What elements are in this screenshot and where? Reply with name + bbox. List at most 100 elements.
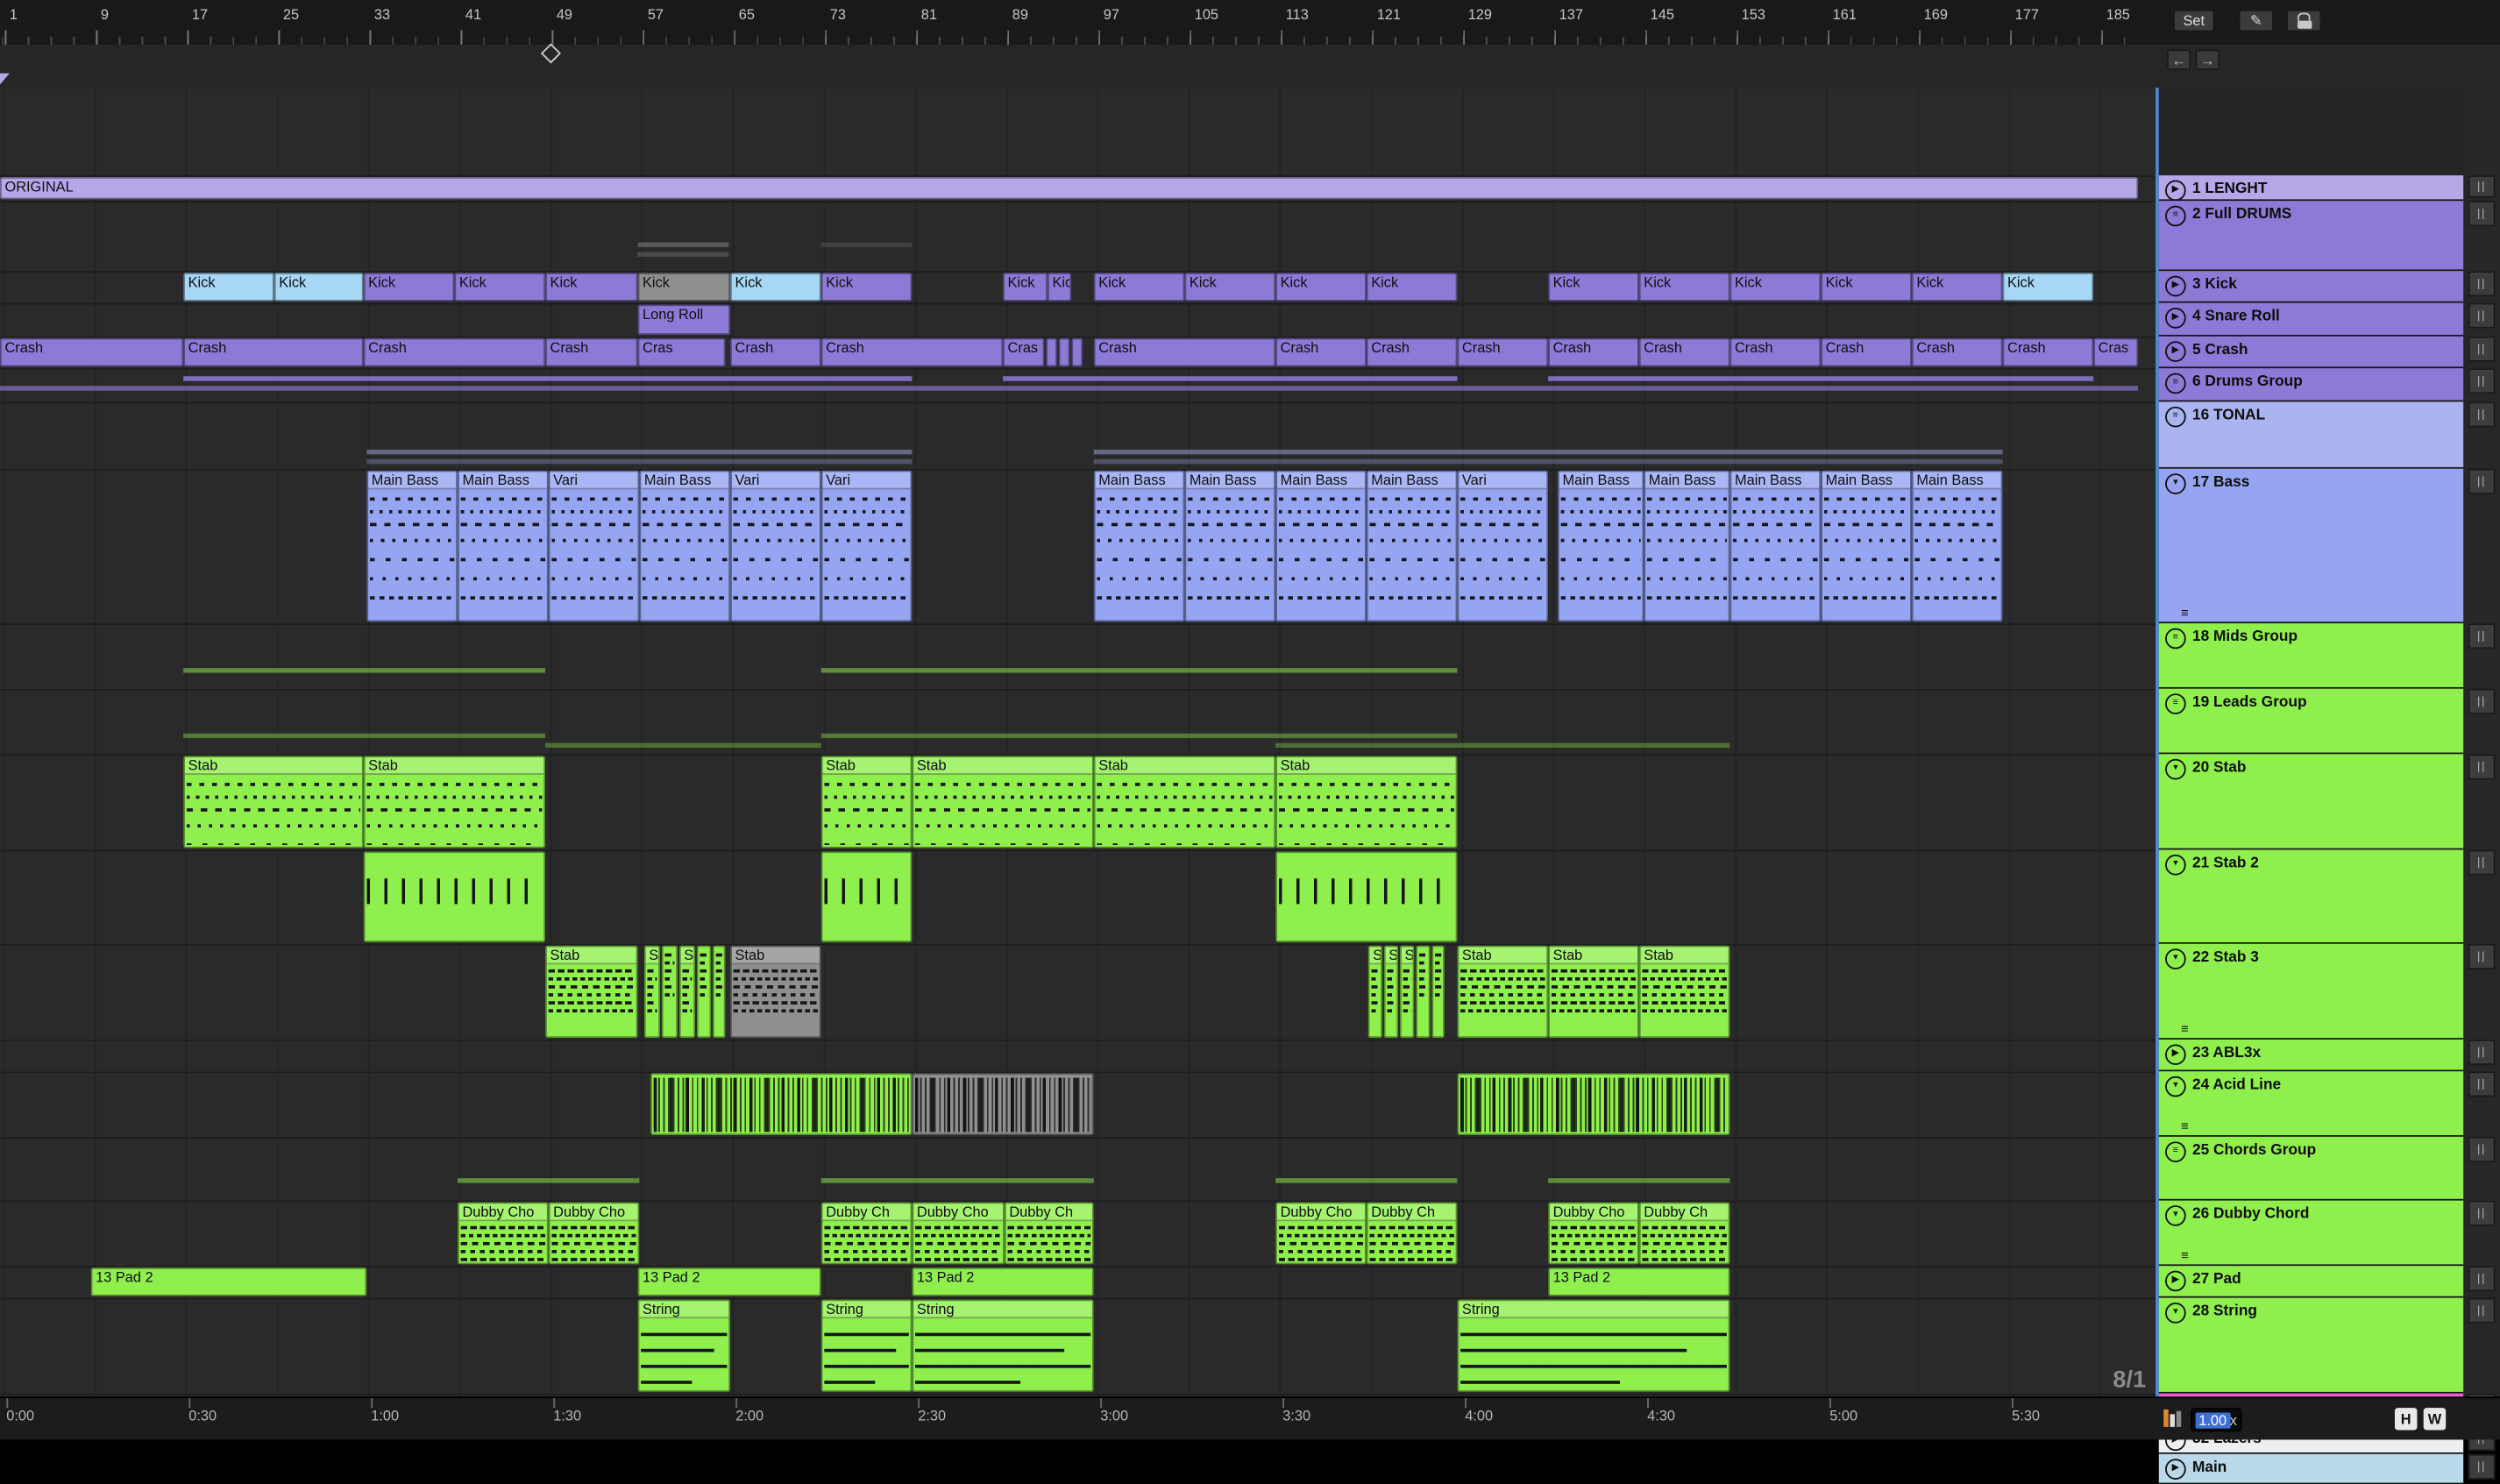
track-lane-lenght[interactable]: ORIGINAL bbox=[0, 175, 2156, 201]
clip-bass[interactable]: Vari bbox=[548, 470, 640, 622]
clip-stab[interactable]: Stab bbox=[1275, 756, 1458, 849]
time-ruler[interactable]: 0:00 0:30 1:00 1:30 2:00 2:30 3:00 3:30 4:00 4:30… bbox=[0, 1396, 2500, 1440]
track-lane-snare-roll[interactable]: Long Roll bbox=[0, 303, 2156, 337]
clip-bass[interactable]: Main Bass bbox=[1558, 470, 1644, 622]
track-grip[interactable] bbox=[2468, 1297, 2496, 1324]
track-header-mids-group[interactable]: ≡ 18 Mids Group bbox=[2158, 623, 2464, 689]
scrub-area[interactable]: ← → bbox=[0, 43, 2500, 89]
group-icon[interactable]: ≡ bbox=[2165, 373, 2186, 394]
track-header-crash[interactable]: ▶ 5 Crash bbox=[2158, 336, 2464, 369]
track-header-acid-line[interactable]: ▾ 24 Acid Line ≡ bbox=[2158, 1071, 2464, 1137]
track-grip[interactable] bbox=[2468, 1266, 2496, 1292]
clip-crash[interactable] bbox=[1058, 337, 1070, 367]
play-icon[interactable]: ▶ bbox=[2165, 341, 2186, 362]
track-header-snare-roll[interactable]: ▶ 4 Snare Roll bbox=[2158, 302, 2464, 337]
clip-stab3[interactable] bbox=[661, 945, 678, 1039]
clip-stab[interactable]: Stab bbox=[1093, 756, 1276, 849]
clip-kick[interactable]: Kick bbox=[363, 273, 455, 302]
track-lane-leads-group[interactable] bbox=[0, 689, 2156, 755]
clip-bass[interactable]: Main Bass bbox=[1184, 470, 1276, 622]
clip-kick[interactable]: Kick bbox=[1911, 273, 2003, 302]
clip-dubby-chord[interactable]: Dubby Cho bbox=[458, 1202, 549, 1265]
clip-stab3[interactable]: Stab bbox=[545, 945, 638, 1039]
track-header-leads-group[interactable]: ≡ 19 Leads Group bbox=[2158, 688, 2464, 755]
clip-string[interactable]: String bbox=[912, 1299, 1094, 1392]
clip-kick[interactable]: Kick bbox=[820, 273, 913, 302]
track-lane-full-drums[interactable] bbox=[0, 201, 2156, 271]
clip-kick[interactable]: Kick bbox=[1366, 273, 1458, 302]
clip-pad[interactable]: 13 Pad 2 bbox=[90, 1267, 367, 1296]
clip-crash[interactable]: Crash bbox=[1275, 337, 1367, 367]
fold-icon[interactable]: ▾ bbox=[2165, 1303, 2186, 1324]
track-header-lenght[interactable]: ▶ 1 LENGHT bbox=[2158, 175, 2464, 202]
play-icon[interactable]: ▶ bbox=[2165, 308, 2186, 329]
clip-pad[interactable]: 13 Pad 2 bbox=[1548, 1267, 1730, 1296]
clip-crash[interactable]: Crash bbox=[545, 337, 638, 367]
clip-kick[interactable]: Kick bbox=[1821, 273, 1912, 302]
clip-crash[interactable]: Crash bbox=[1093, 337, 1276, 367]
clip-crash[interactable]: Cras bbox=[1003, 337, 1045, 367]
clip-crash[interactable]: Crash bbox=[2002, 337, 2094, 367]
clip-stab3[interactable]: Stab bbox=[1638, 945, 1730, 1039]
arrangement-grid[interactable]: ORIGINAL Kick Kick Kick Kick Kick Kick Kick Kick… bbox=[0, 88, 2156, 1397]
track-grip[interactable] bbox=[2468, 688, 2496, 714]
track-grip[interactable] bbox=[2468, 943, 2496, 969]
clip-stab[interactable]: Stab bbox=[183, 756, 364, 849]
clip-pad[interactable]: 13 Pad 2 bbox=[637, 1267, 821, 1296]
clip-bass[interactable]: Main Bass bbox=[1366, 470, 1458, 622]
clip-dubby-chord[interactable]: Dubby Ch bbox=[1004, 1202, 1094, 1265]
clip-stab3[interactable]: Stab bbox=[730, 945, 821, 1039]
clip-bass[interactable]: Main Bass bbox=[639, 470, 731, 622]
clip-kick[interactable]: Kick bbox=[1093, 273, 1185, 302]
track-grip[interactable] bbox=[2468, 302, 2496, 329]
track-grip[interactable] bbox=[2468, 468, 2496, 494]
clip-acid-line[interactable] bbox=[912, 1073, 1094, 1136]
clip-acid-line[interactable] bbox=[1457, 1073, 1730, 1136]
clip-kick[interactable]: Kick bbox=[1729, 273, 1822, 302]
track-header-bass[interactable]: ▾ 17 Bass ≡ bbox=[2158, 468, 2464, 624]
clip-bass[interactable]: Main Bass bbox=[1644, 470, 1730, 622]
clip-stab3[interactable]: S bbox=[1367, 945, 1382, 1039]
track-lane-mids-group[interactable] bbox=[0, 623, 2156, 689]
track-grip[interactable] bbox=[2468, 1200, 2496, 1226]
clip-kick[interactable]: Kick bbox=[1638, 273, 1730, 302]
group-icon[interactable]: ≡ bbox=[2165, 205, 2186, 227]
track-grip[interactable] bbox=[2468, 623, 2496, 650]
play-icon[interactable]: ▶ bbox=[2165, 180, 2186, 200]
clip-kick[interactable]: Kick bbox=[637, 273, 731, 302]
clip-bass[interactable]: Main Bass bbox=[1821, 470, 1912, 622]
song-start-marker[interactable] bbox=[0, 73, 10, 85]
clip-kick[interactable]: Kick bbox=[1003, 273, 1048, 302]
track-lane-acid-line[interactable] bbox=[0, 1071, 2156, 1137]
nav-forward-button[interactable]: → bbox=[2195, 49, 2219, 71]
clip-dubby-chord[interactable]: Dubby Cho bbox=[1548, 1202, 1639, 1265]
track-lane-string[interactable]: String String String String bbox=[0, 1298, 2156, 1394]
set-locator-button[interactable]: Set bbox=[2173, 9, 2215, 32]
track-header-string[interactable]: ▾ 28 String bbox=[2158, 1297, 2464, 1394]
clip-kick[interactable]: Kick bbox=[1548, 273, 1639, 302]
fold-icon[interactable]: ▾ bbox=[2165, 758, 2186, 780]
clip-string[interactable]: String bbox=[637, 1299, 731, 1392]
clip-kick[interactable]: Kick bbox=[273, 273, 364, 302]
clip-stab3[interactable]: S bbox=[643, 945, 661, 1039]
clip-crash[interactable] bbox=[1046, 337, 1057, 367]
clip-dubby-chord[interactable]: Dubby Ch bbox=[1638, 1202, 1730, 1265]
track-header-drums-group[interactable]: ≡ 6 Drums Group bbox=[2158, 368, 2464, 402]
track-lane-pad[interactable]: 13 Pad 2 13 Pad 2 13 Pad 2 13 Pad 2 bbox=[0, 1266, 2156, 1297]
fold-icon[interactable]: ▾ bbox=[2165, 948, 2186, 969]
clip-string[interactable]: String bbox=[1457, 1299, 1730, 1392]
track-grip[interactable] bbox=[2468, 849, 2496, 876]
track-lane-kick[interactable]: Kick Kick Kick Kick Kick Kick Kick Kick Kick Kic K… bbox=[0, 271, 2156, 302]
track-grip[interactable] bbox=[2468, 271, 2496, 297]
track-header-pad[interactable]: ▶ 27 Pad bbox=[2158, 1266, 2464, 1298]
clip-pad[interactable]: 13 Pad 2 bbox=[912, 1267, 1094, 1296]
fit-width-button[interactable]: W bbox=[2423, 1408, 2447, 1431]
clip-kick[interactable]: Kick bbox=[2002, 273, 2094, 302]
clip-stab3[interactable]: S bbox=[1399, 945, 1415, 1039]
nav-back-button[interactable]: ← bbox=[2166, 49, 2191, 71]
clip-string[interactable]: String bbox=[820, 1299, 913, 1392]
clip-acid-line[interactable] bbox=[650, 1073, 913, 1136]
track-grip[interactable] bbox=[2468, 336, 2496, 362]
play-icon[interactable]: ▶ bbox=[2165, 275, 2186, 297]
track-lane-drums-group[interactable] bbox=[0, 368, 2156, 401]
